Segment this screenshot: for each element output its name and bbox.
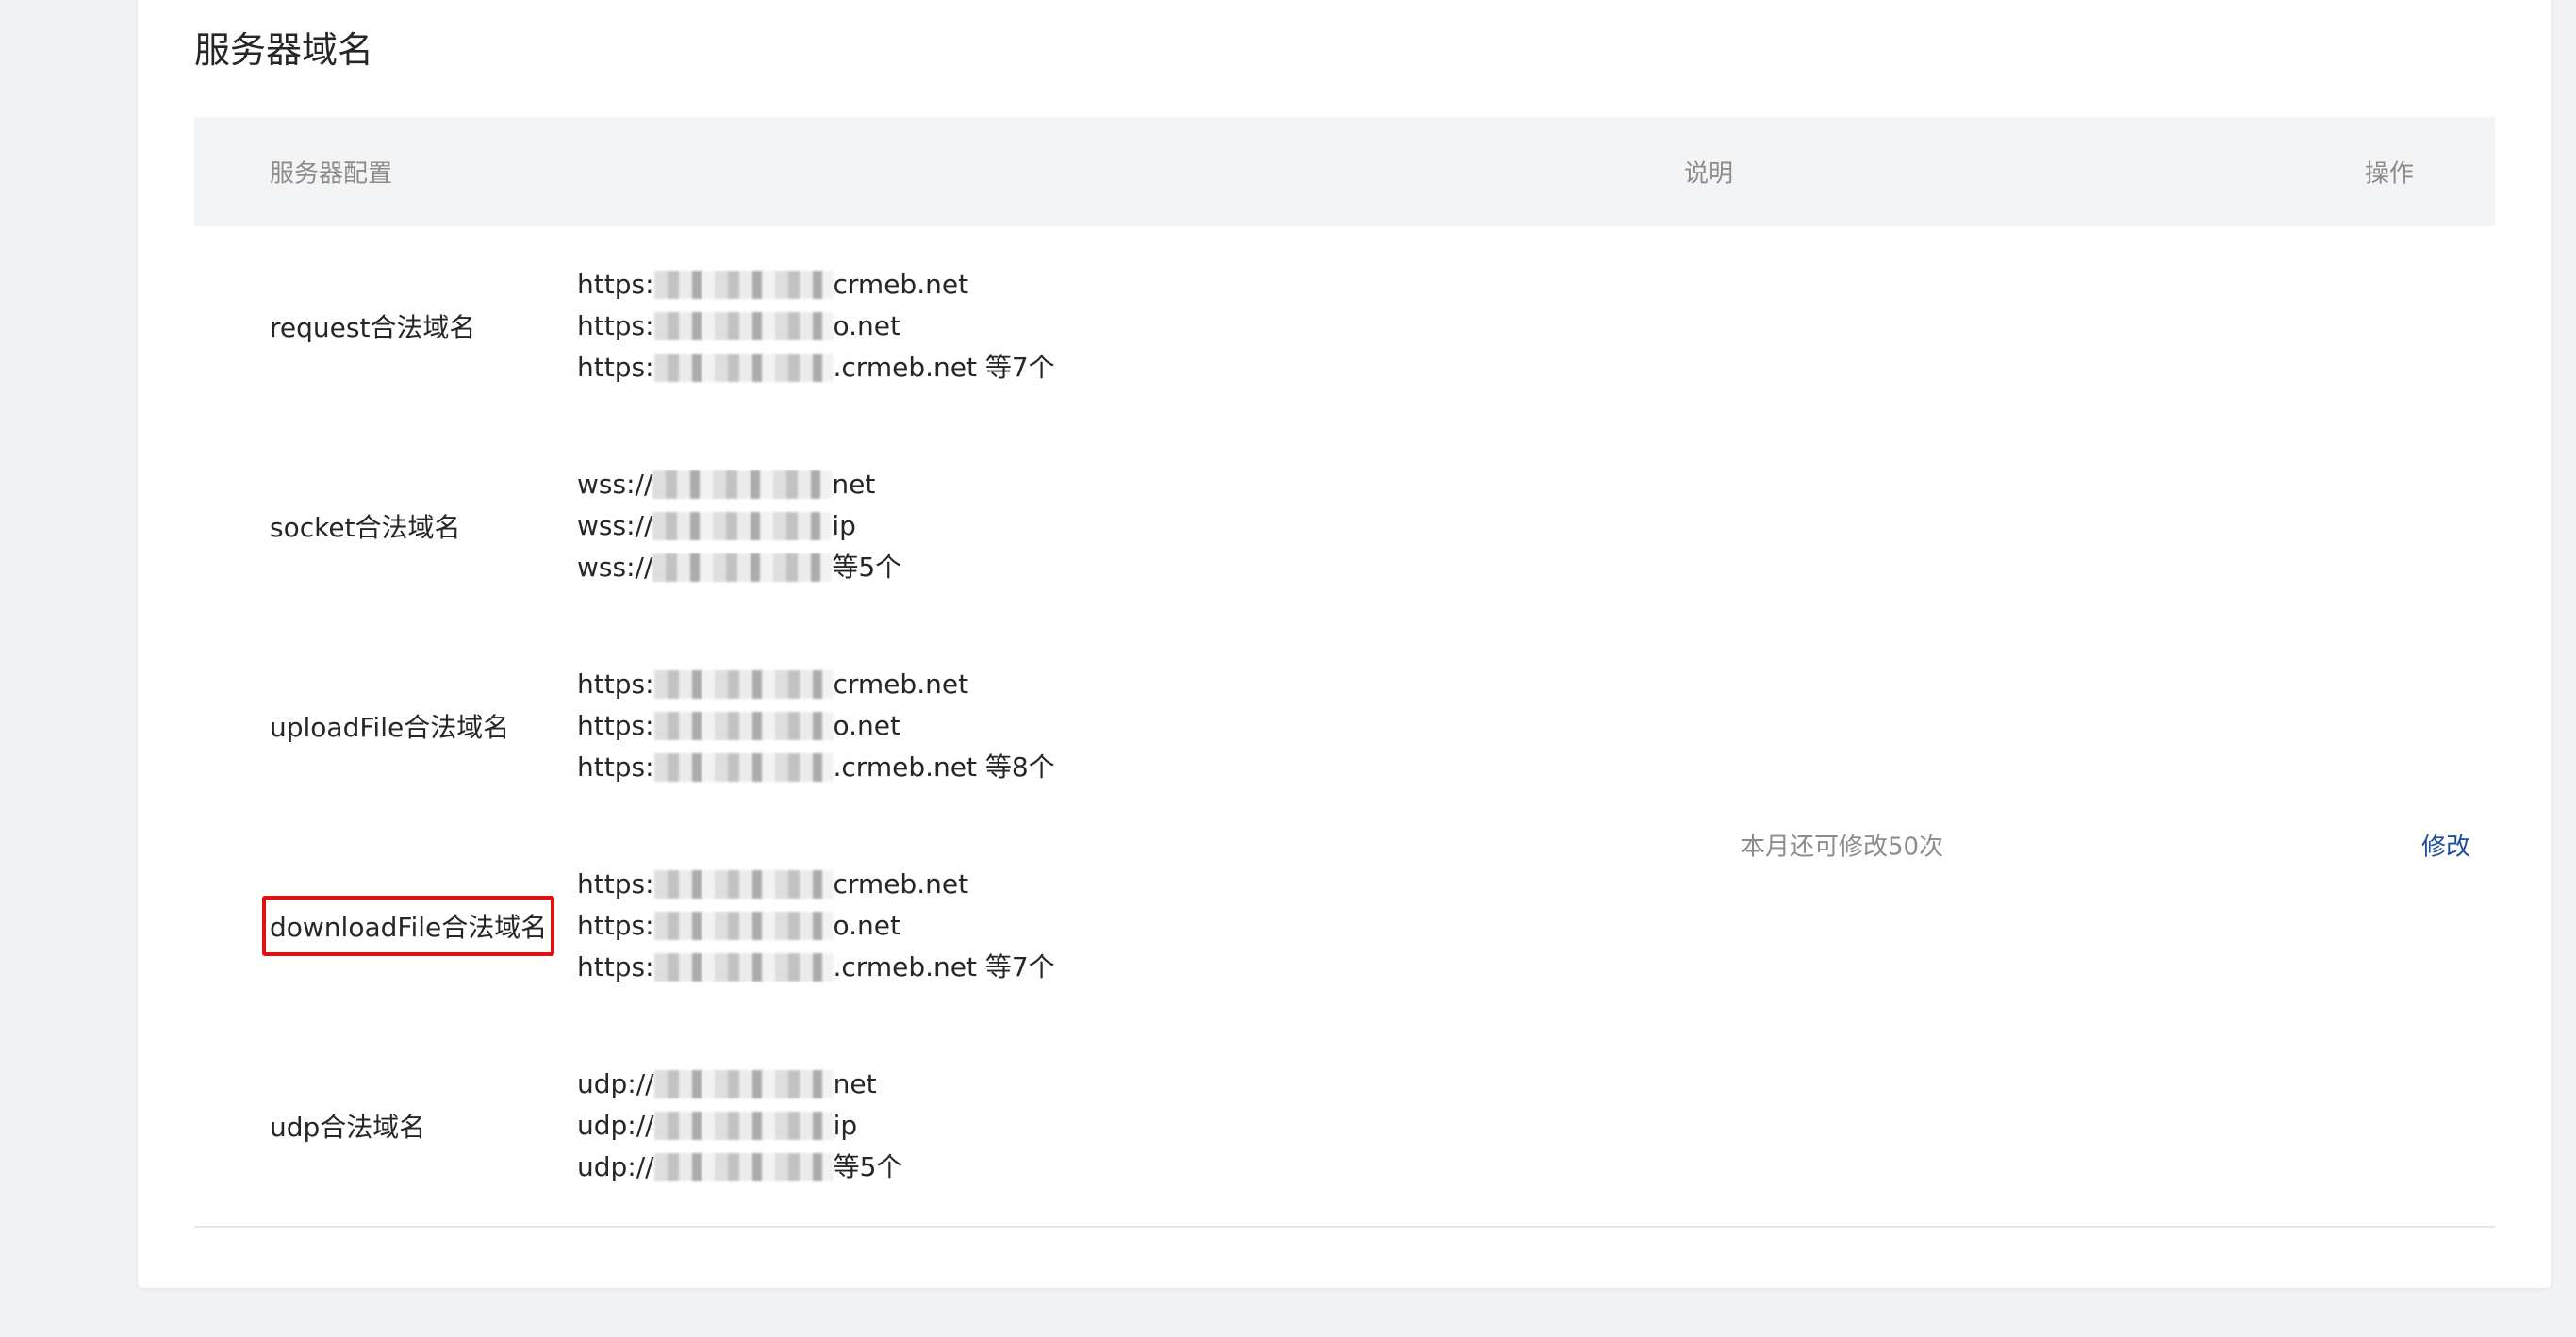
domain-item: https: o.net [577, 910, 900, 941]
domain-item: udp://等5个 [577, 1151, 903, 1182]
domain-list: https: crmeb.net https: o.net https: .crmeb… [577, 264, 1055, 388]
domain-item: https: crmeb.net [577, 668, 969, 700]
domain-list: udp://net udp://ip udp://等5个 [577, 1064, 902, 1188]
redacted-text [653, 271, 834, 299]
redacted-text [653, 670, 834, 699]
row-label: request合法域名 [270, 312, 476, 343]
domain-item: https: o.net [577, 710, 900, 741]
redacted-text [653, 870, 834, 899]
redacted-text [652, 470, 833, 499]
redacted-text [652, 512, 833, 540]
domain-item: wss://net [577, 469, 876, 500]
table-row-downloadfile: downloadFile合法域名 https: crmeb.net https: o… [194, 826, 2495, 1026]
redacted-text [653, 753, 834, 782]
domain-item: https: crmeb.net [577, 269, 969, 300]
redacted-text [653, 312, 834, 340]
redacted-text [653, 1153, 834, 1181]
modify-link[interactable]: 修改 [2421, 828, 2470, 863]
header-description: 说明 [1684, 159, 1734, 189]
domain-list: https: crmeb.net https: o.net https: .crmeb… [577, 664, 1055, 788]
modify-quota-text: 本月还可修改50次 [1741, 833, 1944, 862]
domain-list: wss://net wss://ip wss://等5个 [577, 464, 901, 588]
redacted-text [653, 1070, 834, 1098]
row-label: uploadFile合法域名 [270, 712, 510, 743]
domain-item: https: .crmeb.net 等7个 [577, 951, 1055, 982]
table-row-uploadfile: uploadFile合法域名 https: crmeb.net https: o.n… [194, 626, 2495, 826]
table-row-socket: socket合法域名 wss://net wss://ip wss://等5个 [194, 426, 2495, 626]
redacted-text [652, 553, 833, 582]
redacted-text [653, 354, 834, 382]
redacted-text [653, 953, 834, 982]
table-body: request合法域名 https: crmeb.net https: o.net … [194, 226, 2495, 1228]
section-title: 服务器域名 [194, 29, 374, 71]
domain-item: wss://等5个 [577, 552, 902, 583]
table-header: 服务器配置 说明 操作 [194, 117, 2495, 226]
redacted-text [653, 912, 834, 940]
domain-item: udp://ip [577, 1110, 858, 1141]
server-domain-table: 服务器配置 说明 操作 request合法域名 https: crmeb.net … [194, 117, 2495, 1228]
table-row-request: request合法域名 https: crmeb.net https: o.net … [194, 226, 2495, 426]
server-domain-card: 服务器域名 服务器配置 说明 操作 request合法域名 https: crme… [138, 0, 2551, 1288]
domain-list: https: crmeb.net https: o.net https: .crmeb… [577, 864, 1055, 988]
domain-item: udp://net [577, 1068, 877, 1099]
row-label: udp合法域名 [270, 1112, 426, 1143]
header-action: 操作 [2365, 159, 2415, 189]
redacted-text [653, 1112, 834, 1140]
domain-item: wss://ip [577, 510, 856, 541]
table-row-udp: udp合法域名 udp://net udp://ip udp://等5个 [194, 1026, 2495, 1226]
domain-item: https: o.net [577, 310, 900, 341]
redacted-text [653, 712, 834, 740]
domain-item: https: .crmeb.net 等8个 [577, 751, 1055, 783]
row-label: socket合法域名 [270, 512, 461, 543]
header-config: 服务器配置 [270, 159, 393, 189]
domain-item: https: .crmeb.net 等7个 [577, 352, 1055, 383]
domain-item: https: crmeb.net [577, 868, 969, 900]
row-label: downloadFile合法域名 [270, 912, 548, 943]
